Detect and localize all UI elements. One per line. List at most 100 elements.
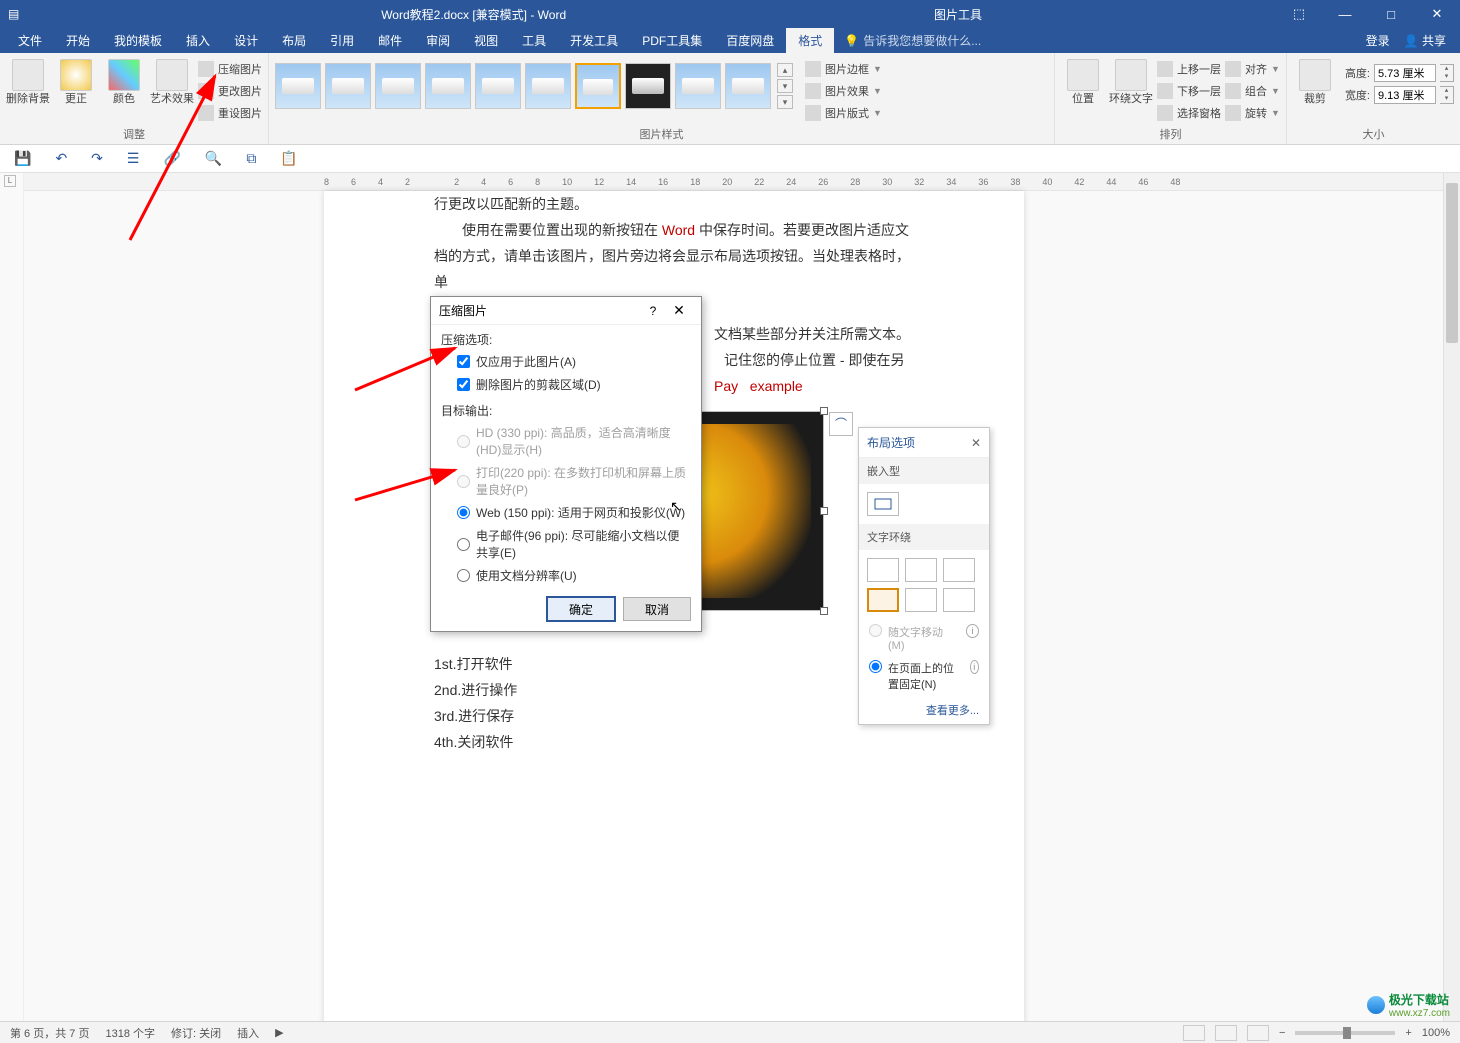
- change-picture-button[interactable]: 更改图片: [198, 81, 262, 101]
- minimize-button[interactable]: —: [1322, 0, 1368, 28]
- height-spinner[interactable]: ▴▾: [1440, 64, 1454, 82]
- zoom-percent[interactable]: 100%: [1422, 1027, 1450, 1039]
- view-print-layout[interactable]: [1215, 1025, 1237, 1041]
- radio-input[interactable]: [457, 506, 470, 519]
- position-button[interactable]: 位置: [1061, 57, 1105, 105]
- checkbox-input[interactable]: [457, 355, 470, 368]
- picture-effects-button[interactable]: 图片效果▼: [805, 81, 882, 101]
- style-thumb[interactable]: [425, 63, 471, 109]
- style-thumb[interactable]: [725, 63, 771, 109]
- body-text[interactable]: 档的方式，请单击该图片，图片旁边将会显示布局选项按钮。当处理表格时，单: [434, 243, 914, 295]
- copy-icon[interactable]: ⧉: [246, 150, 256, 167]
- gallery-scroll[interactable]: ▴▾▾: [777, 63, 793, 109]
- layout-wrap-option[interactable]: [943, 588, 975, 612]
- bring-forward-button[interactable]: 上移一层: [1157, 59, 1221, 79]
- tab-selector[interactable]: L: [4, 175, 16, 187]
- radio-email[interactable]: 电子邮件(96 ppi): 尽可能缩小文档以便共享(E): [431, 524, 701, 564]
- crop-button[interactable]: 裁剪: [1293, 57, 1337, 105]
- layout-wrap-option[interactable]: [905, 558, 937, 582]
- style-thumb[interactable]: [625, 63, 671, 109]
- style-thumb[interactable]: [525, 63, 571, 109]
- radio-fix-position[interactable]: 在页面上的位置固定(N)i: [859, 656, 989, 696]
- picture-layout-button[interactable]: 图片版式▼: [805, 103, 882, 123]
- rotate-button[interactable]: 旋转▼: [1225, 103, 1280, 123]
- list-item[interactable]: 2nd.进行操作: [434, 677, 914, 703]
- send-backward-button[interactable]: 下移一层: [1157, 81, 1221, 101]
- group-button[interactable]: 组合▼: [1225, 81, 1280, 101]
- tell-me-search[interactable]: 💡 告诉我您想要做什么...: [844, 28, 981, 53]
- redo-icon[interactable]: ↷: [91, 150, 103, 167]
- scrollbar-thumb[interactable]: [1446, 183, 1458, 343]
- picture-styles-gallery[interactable]: ▴▾▾: [275, 57, 793, 109]
- layout-wrap-option[interactable]: [867, 558, 899, 582]
- vertical-scrollbar[interactable]: [1443, 173, 1460, 1021]
- word-count[interactable]: 1318 个字: [105, 1025, 155, 1041]
- layout-wrap-option[interactable]: [943, 558, 975, 582]
- tab-pdf-tools[interactable]: PDF工具集: [630, 28, 714, 53]
- zoom-in-button[interactable]: +: [1405, 1027, 1411, 1039]
- resize-handle[interactable]: [820, 507, 828, 515]
- tab-layout[interactable]: 布局: [270, 28, 318, 53]
- corrections-button[interactable]: 更正: [54, 57, 98, 105]
- tab-view[interactable]: 视图: [462, 28, 510, 53]
- tab-my-templates[interactable]: 我的模板: [102, 28, 174, 53]
- tab-mailings[interactable]: 邮件: [366, 28, 414, 53]
- width-field[interactable]: [1374, 86, 1436, 104]
- page-indicator[interactable]: 第 6 页，共 7 页: [10, 1025, 89, 1041]
- layout-wrap-option[interactable]: [905, 588, 937, 612]
- checkbox-delete-cropped[interactable]: 删除图片的剪裁区域(D): [431, 373, 701, 396]
- share-button[interactable]: 👤 共享: [1404, 32, 1446, 49]
- tab-review[interactable]: 审阅: [414, 28, 462, 53]
- insert-mode[interactable]: 插入: [237, 1025, 259, 1041]
- layout-options-button[interactable]: ⌒: [829, 412, 853, 436]
- checkbox-apply-only-this[interactable]: 仅应用于此图片(A): [431, 350, 701, 373]
- close-button[interactable]: ✕: [1414, 0, 1460, 28]
- picture-border-button[interactable]: 图片边框▼: [805, 59, 882, 79]
- style-thumb[interactable]: [375, 63, 421, 109]
- radio-doc-resolution[interactable]: 使用文档分辨率(U): [431, 564, 701, 587]
- dialog-help-button[interactable]: ?: [641, 304, 665, 318]
- artistic-effects-button[interactable]: 艺术效果: [150, 57, 194, 105]
- tab-file[interactable]: 文件: [6, 28, 54, 53]
- radio-input[interactable]: [457, 538, 470, 551]
- info-icon[interactable]: i: [970, 660, 980, 674]
- view-web-layout[interactable]: [1247, 1025, 1269, 1041]
- body-text[interactable]: 行更改以匹配新的主题。: [434, 191, 914, 217]
- list-item[interactable]: 3rd.进行保存: [434, 703, 914, 729]
- resize-handle[interactable]: [820, 607, 828, 615]
- style-thumb[interactable]: [475, 63, 521, 109]
- dialog-close-button[interactable]: ✕: [665, 302, 693, 319]
- cancel-button[interactable]: 取消: [623, 597, 691, 621]
- compress-pictures-button[interactable]: 压缩图片: [198, 59, 262, 79]
- find-icon[interactable]: 🔍: [205, 150, 222, 167]
- zoom-out-button[interactable]: −: [1279, 1027, 1285, 1039]
- tab-baidu-netdisk[interactable]: 百度网盘: [714, 28, 786, 53]
- touch-mode-icon[interactable]: ☰: [127, 150, 140, 167]
- save-icon[interactable]: 💾: [14, 150, 31, 167]
- layout-inline-option[interactable]: [867, 492, 899, 516]
- body-text[interactable]: 使用在需要位置出现的新按钮在 Word 中保存时间。若要更改图片适应文: [434, 217, 914, 243]
- paste-icon[interactable]: 📋: [280, 150, 297, 167]
- style-thumb[interactable]: [275, 63, 321, 109]
- ok-button[interactable]: 确定: [547, 597, 615, 621]
- panel-close-button[interactable]: ✕: [971, 436, 981, 450]
- zoom-slider[interactable]: [1295, 1031, 1395, 1035]
- link-icon[interactable]: 🔗: [163, 150, 180, 167]
- remove-background-button[interactable]: 删除背景: [6, 57, 50, 105]
- list-item[interactable]: 4th.关闭软件: [434, 729, 914, 755]
- color-button[interactable]: 颜色: [102, 57, 146, 105]
- see-more-link[interactable]: 查看更多...: [859, 696, 989, 724]
- tab-references[interactable]: 引用: [318, 28, 366, 53]
- track-changes-status[interactable]: 修订: 关闭: [171, 1025, 221, 1041]
- selection-pane-button[interactable]: 选择窗格: [1157, 103, 1221, 123]
- login-link[interactable]: 登录: [1366, 32, 1390, 49]
- tab-format[interactable]: 格式: [786, 28, 834, 53]
- info-icon[interactable]: i: [966, 624, 979, 638]
- radio-web[interactable]: Web (150 ppi): 适用于网页和投影仪(W): [431, 501, 701, 524]
- layout-wrap-option-selected[interactable]: [867, 588, 899, 612]
- radio-input[interactable]: [457, 569, 470, 582]
- resize-handle[interactable]: [820, 407, 828, 415]
- maximize-button[interactable]: □: [1368, 0, 1414, 28]
- list-item[interactable]: 1st.打开软件: [434, 651, 914, 677]
- zoom-thumb[interactable]: [1343, 1027, 1351, 1039]
